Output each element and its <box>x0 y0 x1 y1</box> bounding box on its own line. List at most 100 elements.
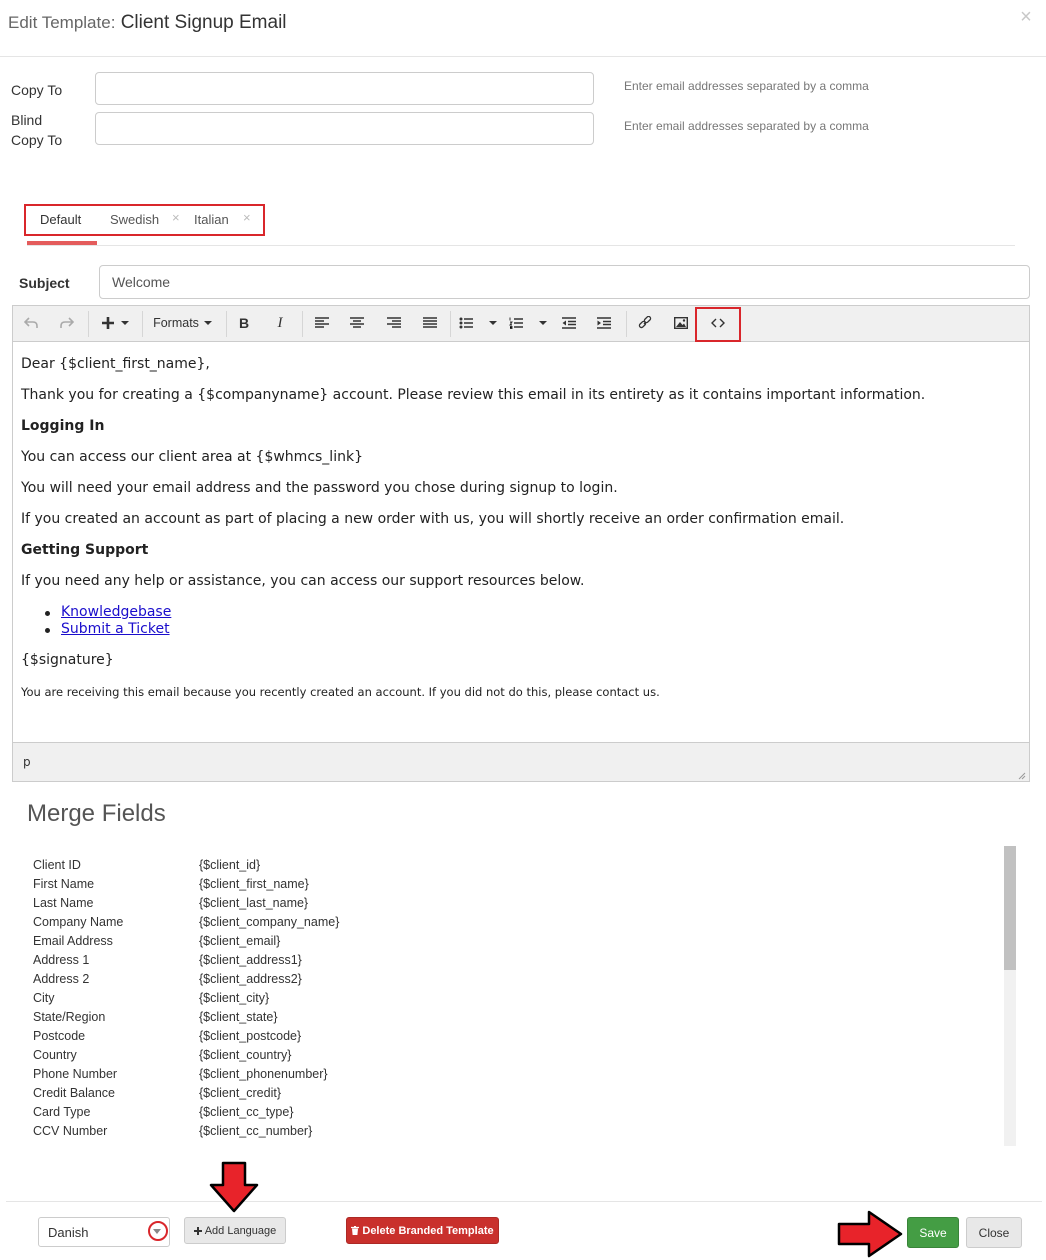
editor-statusbar <box>12 742 1030 782</box>
merge-fields-title: Merge Fields <box>27 800 166 827</box>
link-submit-ticket[interactable]: Submit a Ticket <box>61 621 170 637</box>
save-button[interactable]: Save <box>907 1217 959 1248</box>
merge-field-tag[interactable]: {$client_credit} <box>199 1084 281 1103</box>
editor-intro: Thank you for creating a {$companyname} … <box>21 387 926 403</box>
merge-field-name: Card Type <box>33 1105 91 1119</box>
title-prefix: Edit Template: <box>8 13 116 32</box>
italic-icon[interactable]: I <box>270 308 290 338</box>
add-language-button[interactable]: Add Language <box>184 1217 286 1244</box>
add-language-label: Add Language <box>204 1224 277 1237</box>
tabs-divider <box>27 245 1015 246</box>
align-left-icon[interactable] <box>312 308 332 338</box>
trash-icon <box>351 1226 360 1235</box>
image-icon[interactable] <box>671 308 691 338</box>
merge-field-tag[interactable]: {$client_first_name} <box>199 875 309 894</box>
merge-field-tag[interactable]: {$client_company_name} <box>199 913 339 932</box>
close-button[interactable]: Close <box>966 1217 1022 1248</box>
merge-field-name: Address 1 <box>33 953 90 967</box>
delete-branded-label: Delete Branded Template <box>362 1224 494 1237</box>
bcc-label-line2: Copy To <box>11 132 63 148</box>
merge-field-tag[interactable]: {$client_address1} <box>199 951 302 970</box>
merge-field-tag[interactable]: {$client_email} <box>199 932 280 951</box>
align-right-icon[interactable] <box>384 308 404 338</box>
formats-label: Formats <box>153 316 199 330</box>
tab-swedish[interactable]: Swedish <box>110 212 159 227</box>
header-divider <box>0 56 1046 57</box>
resize-handle-icon[interactable] <box>1016 770 1026 780</box>
link-knowledgebase[interactable]: Knowledgebase <box>61 604 171 620</box>
indent-icon[interactable] <box>594 308 614 338</box>
editor-heading-logging-in: Logging In <box>21 418 105 434</box>
merge-field-tag[interactable]: {$client_last_name} <box>199 894 308 913</box>
toolbar-separator <box>626 311 627 337</box>
tab-swedish-close-icon[interactable]: × <box>172 210 180 225</box>
scrollbar-thumb[interactable] <box>1004 846 1016 970</box>
numbered-list-icon[interactable] <box>508 308 550 338</box>
undo-icon[interactable] <box>20 308 42 338</box>
bold-icon[interactable]: B <box>234 308 254 338</box>
element-path[interactable]: p <box>23 755 31 769</box>
editor-footer-note: You are receiving this email because you… <box>21 685 660 699</box>
editor-paragraph: You can access our client area at {$whmc… <box>21 449 363 465</box>
link-icon[interactable] <box>635 308 655 338</box>
tab-default[interactable]: Default <box>40 212 81 227</box>
merge-field-name: Client ID <box>33 858 81 872</box>
right-arrow-annotation-icon <box>837 1210 903 1258</box>
toolbar-separator <box>226 311 227 337</box>
merge-field-name: Phone Number <box>33 1067 118 1081</box>
down-arrow-annotation-icon <box>209 1161 259 1213</box>
merge-field-tag[interactable]: {$client_country} <box>199 1046 291 1065</box>
copy-to-hint: Enter email addresses separated by a com… <box>624 79 869 93</box>
source-code-annotation-box <box>695 307 741 342</box>
justify-icon[interactable] <box>420 308 440 338</box>
footer-divider <box>6 1201 1042 1202</box>
merge-field-tag[interactable]: {$client_city} <box>199 989 269 1008</box>
merge-field-tag[interactable]: {$client_postcode} <box>199 1027 301 1046</box>
merge-field-tag[interactable]: {$client_cc_type} <box>199 1103 294 1122</box>
language-select-value: Danish <box>48 1225 89 1240</box>
template-name: Client Signup Email <box>120 12 287 33</box>
align-center-icon[interactable] <box>347 308 367 338</box>
merge-field-tag[interactable]: {$client_id} <box>199 856 260 875</box>
outdent-icon[interactable] <box>559 308 579 338</box>
plus-icon <box>193 1226 202 1235</box>
list-bullet <box>45 628 50 633</box>
copy-to-label: Copy To <box>11 82 63 98</box>
merge-field-tag[interactable]: {$client_phonenumber} <box>199 1065 328 1084</box>
merge-field-name: Company Name <box>33 915 124 929</box>
merge-field-name: CCV Number <box>33 1124 108 1138</box>
editor-greeting: Dear {$client_first_name}, <box>21 356 210 372</box>
merge-field-name: Address 2 <box>33 972 90 986</box>
close-icon[interactable]: × <box>1016 6 1036 28</box>
bcc-label-line1: Blind <box>11 112 43 128</box>
editor-paragraph: You will need your email address and the… <box>21 480 618 496</box>
insert-icon[interactable] <box>96 308 134 338</box>
chevron-down-icon <box>203 321 212 325</box>
merge-field-name: Postcode <box>33 1029 86 1043</box>
subject-input[interactable] <box>99 265 1030 299</box>
merge-field-name: Country <box>33 1048 77 1062</box>
tab-italian-close-icon[interactable]: × <box>243 210 251 225</box>
delete-branded-template-button[interactable]: Delete Branded Template <box>346 1217 499 1244</box>
list-bullet <box>45 611 50 616</box>
merge-field-tag[interactable]: {$client_cc_number} <box>199 1122 312 1141</box>
editor-signature: {$signature} <box>21 652 114 668</box>
bcc-hint: Enter email addresses separated by a com… <box>624 119 869 133</box>
merge-field-name: First Name <box>33 877 95 891</box>
redo-icon[interactable] <box>56 308 78 338</box>
merge-field-tag[interactable]: {$client_state} <box>199 1008 278 1027</box>
dropdown-annotation-circle <box>148 1221 168 1241</box>
bcc-input[interactable] <box>95 112 594 145</box>
formats-dropdown[interactable]: Formats <box>148 308 218 338</box>
tab-italian[interactable]: Italian <box>194 212 229 227</box>
merge-field-name: Credit Balance <box>33 1086 115 1100</box>
toolbar-separator <box>88 311 89 337</box>
editor-paragraph: If you created an account as part of pla… <box>21 511 845 527</box>
merge-field-tag[interactable]: {$client_address2} <box>199 970 302 989</box>
subject-label: Subject <box>19 275 70 291</box>
merge-field-name: State/Region <box>33 1010 106 1024</box>
merge-field-name: Last Name <box>33 896 94 910</box>
bullet-list-icon[interactable] <box>458 308 500 338</box>
toolbar-separator <box>142 311 143 337</box>
copy-to-input[interactable] <box>95 72 594 105</box>
